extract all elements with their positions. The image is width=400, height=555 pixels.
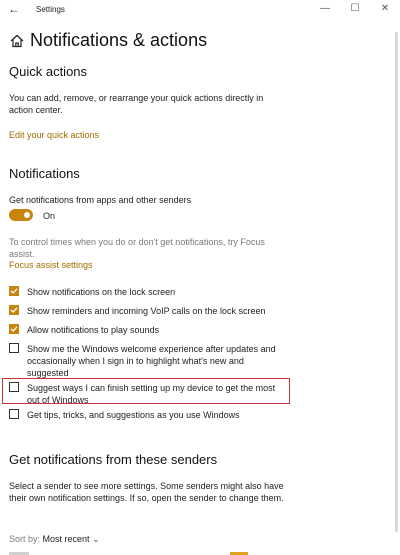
focus-assist-text: To control times when you do or don't ge…	[9, 237, 265, 259]
senders-description: Select a sender to see more settings. So…	[9, 481, 284, 503]
checkbox-checked[interactable]	[9, 286, 19, 296]
notifications-toggle[interactable]	[9, 209, 33, 221]
checkbox-label: Suggest ways I can finish setting up my …	[27, 383, 276, 405]
checkbox-label: Allow notifications to play sounds	[27, 325, 160, 335]
home-icon	[10, 34, 24, 47]
checkbox-label: Get tips, tricks, and suggestions as you…	[27, 410, 240, 420]
checkbox-label: Show notifications on the lock screen	[27, 287, 176, 297]
sort-label: Sort by:	[9, 534, 41, 544]
sort-dropdown[interactable]: Sort by: Most recent ⌄	[9, 534, 100, 545]
toggle-knob	[24, 212, 30, 218]
chevron-down-icon: ⌄	[92, 534, 100, 544]
maximize-icon[interactable]: ☐	[340, 0, 370, 20]
checkbox-row-voip-reminders[interactable]: Show reminders and incoming VoIP calls o…	[9, 305, 287, 317]
window-controls: — ☐ ✕	[310, 0, 400, 20]
minimize-icon[interactable]: —	[310, 0, 340, 20]
checkbox-row-sounds[interactable]: Allow notifications to play sounds	[9, 324, 287, 336]
checkbox-label: Show reminders and incoming VoIP calls o…	[27, 306, 266, 316]
checkbox-row-suggest-setup[interactable]: Suggest ways I can finish setting up my …	[9, 382, 287, 406]
scrollbar[interactable]	[395, 32, 398, 532]
page-title: Notifications & actions	[10, 30, 207, 51]
notifications-heading: Notifications	[9, 166, 80, 181]
edit-quick-actions-link[interactable]: Edit your quick actions	[9, 130, 99, 140]
checkbox-row-welcome-experience[interactable]: Show me the Windows welcome experience a…	[9, 343, 287, 379]
checkbox-unchecked[interactable]	[9, 343, 19, 353]
senders-heading: Get notifications from these senders	[9, 452, 218, 467]
window-title: Settings	[36, 5, 65, 14]
quick-actions-description: You can add, remove, or rearrange your q…	[9, 93, 264, 115]
checkmark-icon	[10, 326, 18, 332]
checkbox-checked[interactable]	[9, 305, 19, 315]
checkmark-icon	[10, 288, 18, 294]
page-title-text: Notifications & actions	[30, 30, 208, 50]
checkbox-row-tips-tricks[interactable]: Get tips, tricks, and suggestions as you…	[9, 409, 287, 421]
checkbox-checked[interactable]	[9, 324, 19, 334]
checkbox-unchecked[interactable]	[9, 382, 19, 392]
checkbox-row-lock-screen[interactable]: Show notifications on the lock screen	[9, 286, 287, 298]
checkmark-icon	[10, 307, 18, 313]
checkbox-unchecked[interactable]	[9, 409, 19, 419]
title-bar: ← Settings — ☐ ✕	[0, 0, 400, 20]
checkbox-label: Show me the Windows welcome experience a…	[27, 344, 276, 378]
quick-actions-heading: Quick actions	[9, 64, 88, 79]
close-icon[interactable]: ✕	[370, 0, 400, 20]
toggle-state-label: On	[43, 211, 56, 221]
sort-value: Most recent	[42, 534, 90, 544]
focus-assist-link[interactable]: Focus assist settings	[9, 260, 93, 270]
get-notifications-label: Get notifications from apps and other se…	[9, 195, 192, 205]
back-arrow-icon[interactable]: ←	[8, 2, 20, 16]
